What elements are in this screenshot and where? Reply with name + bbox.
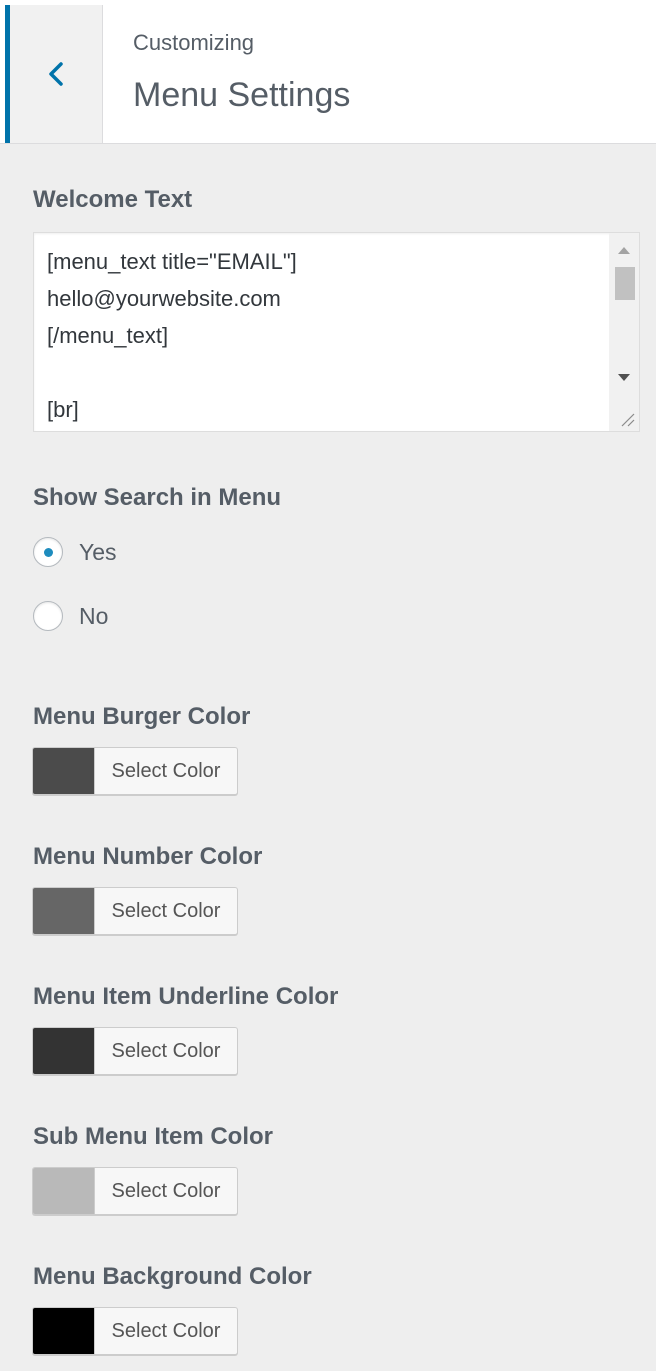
- menu-burger-color-button[interactable]: Select Color: [32, 747, 238, 795]
- menu-number-color-button[interactable]: Select Color: [32, 887, 238, 935]
- select-color-label: Select Color: [111, 899, 221, 922]
- radio-no[interactable]: [33, 601, 63, 631]
- search-option-no[interactable]: No: [33, 601, 108, 631]
- select-color-label: Select Color: [111, 1039, 221, 1062]
- select-color-label: Select Color: [111, 1179, 221, 1202]
- welcome-text-value: [menu_text title="EMAIL"] hello@yourwebs…: [47, 249, 297, 422]
- menu-item-underline-color-button[interactable]: Select Color: [32, 1027, 238, 1075]
- panel-subtitle: Customizing: [133, 30, 255, 55]
- menu-burger-color-label: Menu Burger Color: [33, 703, 251, 730]
- color-swatch: [33, 1168, 95, 1214]
- chevron-left-icon: [48, 61, 64, 87]
- select-color-label: Select Color: [111, 1319, 221, 1342]
- menu-number-color-label: Menu Number Color: [33, 843, 263, 870]
- sub-menu-item-color-label: Sub Menu Item Color: [33, 1123, 273, 1150]
- color-swatch: [33, 1308, 95, 1354]
- menu-background-color-label: Menu Background Color: [33, 1263, 312, 1290]
- sub-menu-item-color-button[interactable]: Select Color: [32, 1167, 238, 1215]
- search-option-yes[interactable]: Yes: [33, 537, 117, 567]
- back-button[interactable]: [10, 5, 103, 143]
- menu-item-underline-color-label: Menu Item Underline Color: [33, 983, 339, 1010]
- radio-yes[interactable]: [33, 537, 63, 567]
- textarea-scrollbar[interactable]: [609, 233, 639, 401]
- panel-title: Menu Settings: [133, 76, 351, 114]
- scroll-thumb[interactable]: [615, 267, 635, 300]
- welcome-text-textarea[interactable]: [menu_text title="EMAIL"] hello@yourwebs…: [33, 232, 640, 432]
- color-swatch: [33, 1028, 95, 1074]
- resize-handle-icon[interactable]: [609, 401, 639, 431]
- menu-background-color-button[interactable]: Select Color: [32, 1307, 238, 1355]
- scroll-down-arrow-icon[interactable]: [618, 374, 630, 381]
- show-search-label: Show Search in Menu: [33, 484, 282, 511]
- radio-no-label: No: [79, 602, 109, 629]
- color-swatch: [33, 748, 95, 794]
- customizer-header: Customizing Menu Settings: [0, 0, 656, 144]
- color-swatch: [33, 888, 95, 934]
- radio-yes-label: Yes: [79, 538, 117, 565]
- scroll-up-arrow-icon[interactable]: [618, 247, 630, 254]
- welcome-text-label: Welcome Text: [33, 186, 193, 213]
- select-color-label: Select Color: [111, 759, 221, 782]
